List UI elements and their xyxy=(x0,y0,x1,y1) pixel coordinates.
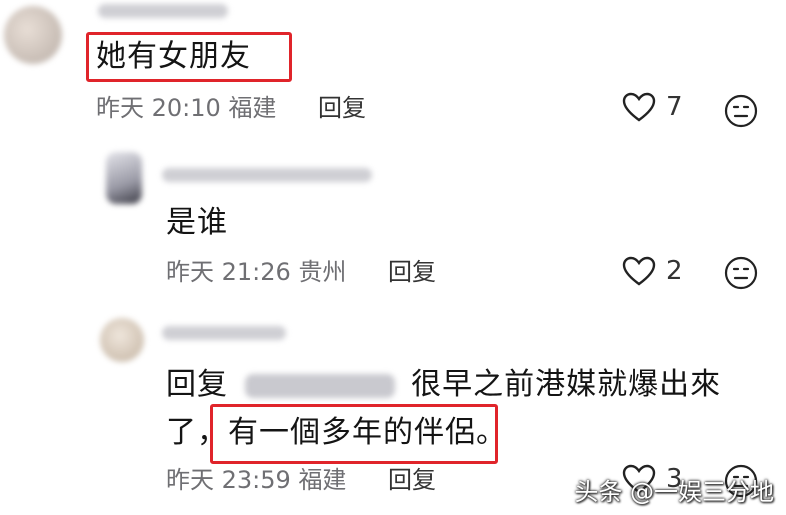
heart-icon xyxy=(622,92,656,122)
mention-blurred[interactable] xyxy=(244,373,395,398)
comment-time: 昨天 21:26 贵州 xyxy=(166,258,346,286)
avatar[interactable] xyxy=(106,152,142,204)
time-text: 昨天 21:26 xyxy=(166,258,291,286)
emoji-icon[interactable] xyxy=(724,256,758,290)
username-blurred[interactable] xyxy=(98,4,228,18)
username-blurred[interactable] xyxy=(162,168,372,182)
comment-text: 回复 很早之前港媒就爆出來 xyxy=(166,368,721,402)
like-count: 7 xyxy=(666,92,683,122)
location-text: 福建 xyxy=(298,466,347,494)
like-button[interactable]: 2 xyxy=(622,256,683,286)
like-count: 2 xyxy=(666,256,683,286)
time-text: 昨天 20:10 xyxy=(96,94,221,122)
highlight-box xyxy=(210,404,498,464)
watermark: 头条 @一娱三分地 xyxy=(574,478,774,506)
avatar[interactable] xyxy=(100,318,144,362)
comment-text-line1: 很早之前港媒就爆出來 xyxy=(411,367,722,402)
reply-button[interactable]: 回复 xyxy=(388,258,436,286)
highlight-box xyxy=(86,32,292,82)
avatar[interactable] xyxy=(4,6,62,64)
like-button[interactable]: 7 xyxy=(622,92,683,122)
comment-time: 昨天 20:10 福建 xyxy=(96,94,276,122)
comment-time: 昨天 23:59 福建 xyxy=(166,466,346,494)
location-text: 贵州 xyxy=(298,258,347,286)
time-text: 昨天 23:59 xyxy=(166,466,291,494)
reply-button[interactable]: 回复 xyxy=(388,466,436,494)
reply-button[interactable]: 回复 xyxy=(318,94,366,122)
comment-text: 是谁 xyxy=(166,205,228,240)
emoji-icon[interactable] xyxy=(724,94,758,128)
reply-prefix: 回复 xyxy=(166,367,228,402)
location-text: 福建 xyxy=(228,94,277,122)
username-blurred[interactable] xyxy=(162,326,286,340)
heart-icon xyxy=(622,256,656,286)
